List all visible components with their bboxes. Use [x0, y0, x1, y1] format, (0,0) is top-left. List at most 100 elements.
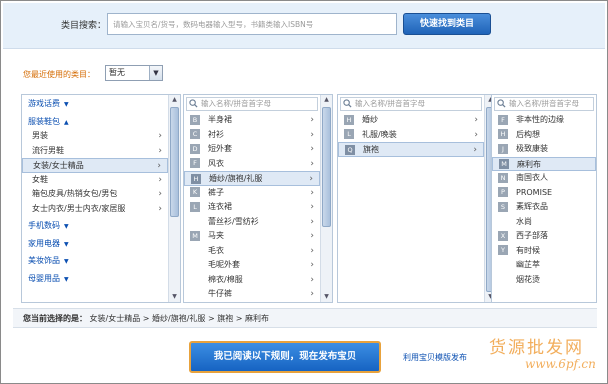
- category-item[interactable]: 女士内衣/男士内衣/家居服 ›: [22, 202, 168, 217]
- category-item[interactable]: 毛衣 ›: [184, 244, 320, 259]
- category-item[interactable]: 蕾丝衫/雪纺衫 ›: [184, 215, 320, 230]
- category-item-selected[interactable]: 女装/女士精品 ›: [22, 158, 168, 173]
- index-letter: P: [498, 187, 508, 197]
- category-column-level1: 游戏话费 ▼ 服装鞋包 ▲ 男装 › 流行男鞋 › 女装/女士精品 › 女鞋 › 箱包皮具/…: [21, 94, 181, 303]
- category-group-item[interactable]: 服装鞋包 ▲: [22, 115, 168, 130]
- category-item[interactable]: 棉衣/棉服 ›: [184, 273, 320, 288]
- category-item[interactable]: C 衬衫 ›: [184, 128, 320, 143]
- index-letter: M: [190, 230, 200, 241]
- scrollbar-thumb[interactable]: [322, 107, 331, 227]
- category-group-item[interactable]: 美妆饰品 ▼: [22, 254, 168, 269]
- find-category-button[interactable]: 快速找到类目: [403, 13, 491, 35]
- category-item[interactable]: B 半身裙 ›: [184, 113, 320, 128]
- category-filter-input[interactable]: 输入名称/拼音首字母: [340, 97, 482, 111]
- triangle-down-icon: ▼: [64, 240, 69, 248]
- category-item[interactable]: 箱包皮具/热销女包/男包 ›: [22, 187, 168, 202]
- page-frame: 类目搜索： 快速找到类目 您最近使用的类目： 暂无 ▼ 游戏话费 ▼ 服装鞋包 ▲ …: [0, 0, 608, 384]
- index-letter: [498, 274, 508, 284]
- category-item[interactable]: 毛呢外套 ›: [184, 258, 320, 273]
- index-letter: L: [190, 201, 200, 212]
- brand-item[interactable]: J 极致康装: [492, 142, 596, 157]
- brand-item[interactable]: Y 有时候: [492, 244, 596, 259]
- category-list-level2: B 半身裙 › C 衬衫 › D 短外套 › F 风衣 › H 婚纱/旗袍/礼服 › K 裤子 › L连…: [184, 113, 320, 302]
- index-letter: F: [498, 114, 508, 125]
- category-item-selected[interactable]: Q 旗袍 ›: [338, 142, 484, 157]
- chevron-right-icon: ›: [157, 161, 161, 171]
- item-label: 棉衣/棉服: [208, 274, 243, 284]
- chevron-right-icon: ›: [310, 245, 314, 256]
- scroll-down-icon[interactable]: ▼: [321, 292, 332, 302]
- search-icon: [343, 99, 352, 108]
- index-letter: X: [498, 230, 508, 241]
- index-letter: [190, 245, 200, 255]
- category-search-bar: 类目搜索： 快速找到类目: [3, 3, 605, 49]
- category-filter-input[interactable]: 输入名称/拼音首字母: [186, 97, 318, 111]
- watermark-title: 货源批发网: [489, 338, 584, 358]
- brand-item[interactable]: 水尚: [492, 215, 596, 230]
- category-item[interactable]: L 连衣裙 ›: [184, 200, 320, 215]
- brand-item[interactable]: 幽芷萃: [492, 258, 596, 273]
- watermark-logo: 货源批发网 www.6pf.cn: [485, 333, 605, 381]
- chevron-right-icon: ›: [310, 216, 314, 227]
- scrollbar-thumb[interactable]: [170, 107, 179, 217]
- scroll-up-icon[interactable]: ▲: [169, 95, 180, 105]
- item-label: 风衣: [208, 158, 224, 168]
- brand-item[interactable]: X 西子部落: [492, 229, 596, 244]
- search-label: 类目搜索：: [61, 21, 107, 31]
- scrollbar[interactable]: ▲ ▼: [168, 95, 180, 302]
- category-item-selected[interactable]: H 婚纱/旗袍/礼服 ›: [184, 171, 320, 186]
- triangle-down-icon: ▼: [64, 258, 69, 265]
- scroll-down-icon[interactable]: ▼: [169, 292, 180, 302]
- publish-item-button[interactable]: 我已阅读以下规则，现在发布宝贝: [189, 341, 381, 373]
- item-label: 水尚: [516, 216, 532, 226]
- category-group-item[interactable]: 母婴用品 ▼: [22, 272, 168, 287]
- category-picker: 游戏话费 ▼ 服装鞋包 ▲ 男装 › 流行男鞋 › 女装/女士精品 › 女鞋 › 箱包皮具/…: [13, 94, 597, 303]
- category-item[interactable]: K 裤子 ›: [184, 186, 320, 201]
- category-group-item[interactable]: 家用电器 ▼: [22, 237, 168, 252]
- category-item[interactable]: 女鞋 ›: [22, 173, 168, 188]
- scrollbar[interactable]: ▲ ▼: [320, 95, 332, 302]
- category-filter-input[interactable]: 输入名称/拼音首字母: [494, 97, 594, 111]
- category-item[interactable]: M 马夹 ›: [184, 229, 320, 244]
- scroll-up-icon[interactable]: ▲: [321, 95, 332, 105]
- category-item[interactable]: 流行男鞋 ›: [22, 144, 168, 159]
- brand-item-selected[interactable]: M 麻利布: [492, 156, 596, 171]
- chevron-right-icon: ›: [310, 144, 314, 154]
- category-item[interactable]: H 婚纱 ›: [338, 113, 484, 128]
- index-letter: K: [190, 187, 200, 197]
- index-letter: Y: [498, 245, 508, 255]
- brand-item[interactable]: 烟花烫: [492, 273, 596, 288]
- category-item[interactable]: D 短外套 ›: [184, 142, 320, 157]
- chevron-right-icon: ›: [158, 189, 162, 199]
- chevron-right-icon: ›: [310, 231, 314, 241]
- category-search-input[interactable]: [107, 13, 397, 35]
- item-label: 女鞋: [32, 174, 48, 184]
- index-letter: H: [344, 114, 354, 125]
- category-item[interactable]: F 风衣 ›: [184, 157, 320, 172]
- category-list-level3: H 婚纱 › L 礼服/晚装 › Q 旗袍 ›: [338, 113, 484, 157]
- index-letter: [190, 274, 200, 284]
- item-label: 婚纱: [362, 115, 378, 124]
- recent-categories-label: 您最近使用的类目：: [23, 70, 95, 79]
- category-item[interactable]: 男装 ›: [22, 129, 168, 144]
- chevron-down-icon[interactable]: ▼: [149, 66, 162, 80]
- index-letter: Q: [345, 144, 355, 155]
- brand-item[interactable]: N 南国衣人: [492, 171, 596, 186]
- category-item[interactable]: 牛仔裤 ›: [184, 287, 320, 302]
- item-label: 家用电器: [28, 238, 60, 248]
- item-label: 箱包皮具/热销女包/男包: [32, 189, 118, 198]
- category-item[interactable]: L 礼服/晚装 ›: [338, 128, 484, 143]
- search-icon: [497, 99, 506, 108]
- search-icon: [189, 99, 198, 108]
- category-column-level4: 输入名称/拼音首字母 F 非本性的边缘 H 后构想 J 极致康装 M 麻利布 N 南国衣人…: [491, 94, 597, 303]
- template-publish-link[interactable]: 利用宝贝模版发布: [403, 352, 467, 363]
- brand-item[interactable]: P PROMISE: [492, 186, 596, 201]
- category-group-item[interactable]: 手机数码 ▼: [22, 219, 168, 234]
- recent-categories-select[interactable]: 暂无 ▼: [105, 65, 163, 81]
- category-group-item[interactable]: 游戏话费 ▼: [22, 97, 168, 112]
- brand-item[interactable]: S 素辉衣品: [492, 200, 596, 215]
- chevron-right-icon: ›: [158, 145, 162, 156]
- brand-item[interactable]: F 非本性的边缘: [492, 113, 596, 128]
- brand-item[interactable]: H 后构想: [492, 128, 596, 143]
- item-label: 毛衣: [208, 245, 224, 255]
